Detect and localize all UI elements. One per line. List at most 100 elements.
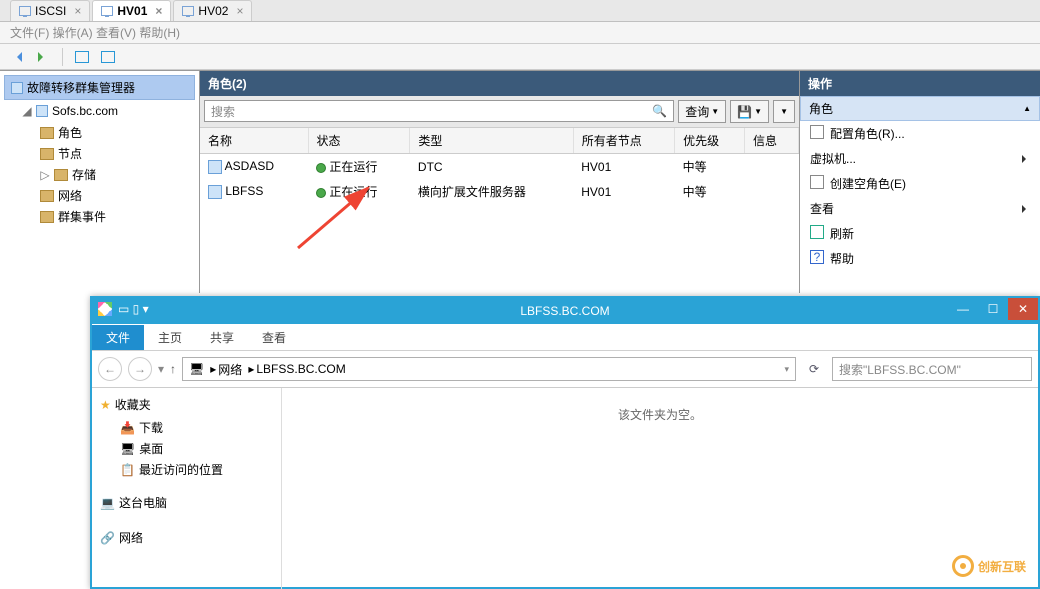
nodes-icon	[40, 148, 54, 160]
network-icon: 🔗	[100, 531, 115, 545]
vm-icon	[101, 6, 113, 16]
col-owner[interactable]: 所有者节点	[573, 128, 674, 154]
tab-hv02[interactable]: HV02×	[173, 0, 252, 21]
arrow-left-icon	[12, 52, 22, 62]
ribbon-home[interactable]: 主页	[144, 325, 196, 350]
actions-subtitle[interactable]: 角色▲	[800, 96, 1040, 121]
back-button[interactable]: ←	[98, 357, 122, 381]
folder-content[interactable]: 该文件夹为空。	[282, 388, 1038, 589]
tree-item-network[interactable]: 网络	[40, 185, 195, 206]
window-title: LBFSS.BC.COM	[520, 304, 609, 318]
table-row[interactable]: ASDASD 正在运行 DTC HV01 中等	[200, 154, 799, 180]
nav-downloads[interactable]: 📥下载	[120, 417, 273, 438]
desktop-icon: 🖥	[120, 442, 135, 456]
recent-icon: 📋	[120, 463, 135, 477]
col-priority[interactable]: 优先级	[675, 128, 745, 154]
col-name[interactable]: 名称	[200, 128, 308, 154]
tree-item-roles[interactable]: 角色	[40, 122, 195, 143]
action-vm[interactable]: 虚拟机...	[800, 146, 1040, 171]
vm-icon	[182, 6, 194, 16]
downloads-icon: 📥	[120, 421, 135, 435]
nav-desktop[interactable]: 🖥桌面	[120, 438, 273, 459]
tree-item-storage[interactable]: ▷存储	[40, 164, 195, 185]
nav-recent[interactable]: 📋最近访问的位置	[120, 459, 273, 480]
center-panel: 角色(2) 搜索🔍 查询▼ 💾▼ ▼ 名称 状态 类型 所有者节点 优先级 信息…	[200, 71, 800, 293]
this-pc-group[interactable]: 💻这台电脑	[100, 494, 273, 511]
action-refresh[interactable]: 刷新	[800, 221, 1040, 246]
nav-forward-button[interactable]	[32, 47, 54, 67]
save-button[interactable]: 💾▼	[730, 100, 769, 123]
explorer-nav-tree: ★收藏夹 📥下载 🖥桌面 📋最近访问的位置 💻这台电脑 🔗网络	[92, 388, 282, 589]
list-button[interactable]: ▼	[773, 100, 795, 123]
tab-iscsi[interactable]: ISCSI×	[10, 0, 90, 21]
center-title: 角色(2)	[200, 71, 799, 96]
cluster-icon	[36, 105, 48, 117]
tree-item-nodes[interactable]: 节点	[40, 143, 195, 164]
action-configure-role[interactable]: 配置角色(R)...	[800, 121, 1040, 146]
ribbon: 文件 主页 共享 查看	[92, 324, 1038, 350]
role-icon	[208, 160, 222, 174]
expander-icon[interactable]: ▷	[40, 168, 50, 182]
ribbon-file[interactable]: 文件	[92, 325, 144, 350]
storage-icon	[54, 169, 68, 181]
chevron-right-icon	[1022, 155, 1030, 163]
tab-hv01[interactable]: HV01×	[92, 0, 171, 21]
configure-role-icon	[810, 125, 824, 139]
ribbon-view[interactable]: 查看	[248, 325, 300, 350]
action-help[interactable]: ?帮助	[800, 246, 1040, 271]
menu-bar[interactable]: 文件(F) 操作(A) 查看(V) 帮助(H)	[0, 22, 1040, 44]
session-tabs: ISCSI× HV01× HV02×	[0, 0, 1040, 22]
col-info[interactable]: 信息	[744, 128, 798, 154]
col-status[interactable]: 状态	[308, 128, 410, 154]
up-button[interactable]: ↑	[170, 362, 176, 376]
favorites-group[interactable]: ★收藏夹	[100, 396, 273, 413]
vm-icon	[19, 6, 31, 16]
maximize-button[interactable]: ☐	[978, 298, 1008, 320]
watermark-icon	[952, 555, 974, 577]
empty-role-icon	[810, 175, 824, 189]
roles-icon	[40, 127, 54, 139]
computer-icon: 💻	[100, 496, 115, 510]
close-icon[interactable]: ×	[236, 4, 243, 18]
nav-back-button[interactable]	[6, 47, 28, 67]
tree-item-events[interactable]: 群集事件	[40, 206, 195, 227]
window-title-bar[interactable]: ▭ ▯ ▾ LBFSS.BC.COM — ☐ ✕	[92, 298, 1038, 324]
refresh-button[interactable]: ⟳	[802, 357, 826, 381]
forward-button[interactable]: →	[128, 357, 152, 381]
minimize-button[interactable]: —	[948, 298, 978, 320]
action-view[interactable]: 查看	[800, 196, 1040, 221]
search-input[interactable]: 搜索🔍	[204, 100, 674, 122]
help-icon: ?	[810, 250, 824, 264]
toolbar-box1[interactable]	[71, 47, 93, 67]
toolbar-box2[interactable]	[97, 47, 119, 67]
query-button[interactable]: 查询▼	[678, 100, 726, 123]
expander-icon[interactable]: ◢	[22, 104, 32, 118]
refresh-icon	[810, 225, 824, 239]
nav-bar: ← → ▾ ↑ 🖥 ▸网络 ▸LBFSS.BC.COM ▾ ⟳ 搜索"LBFSS…	[92, 351, 1038, 388]
chevron-right-icon	[1022, 205, 1030, 213]
actions-panel: 操作 角色▲ 配置角色(R)... 虚拟机... 创建空角色(E) 查看 刷新 …	[800, 71, 1040, 293]
network-group[interactable]: 🔗网络	[100, 529, 273, 546]
windows-logo-icon	[98, 302, 112, 316]
status-running-icon	[316, 163, 326, 173]
table-row[interactable]: LBFSS 正在运行 横向扩展文件服务器 HV01 中等	[200, 179, 799, 204]
action-create-empty-role[interactable]: 创建空角色(E)	[800, 171, 1040, 196]
nav-tree: 故障转移群集管理器 ◢Sofs.bc.com 角色 节点 ▷存储 网络 群集事件	[0, 71, 200, 293]
close-button[interactable]: ✕	[1008, 298, 1038, 320]
watermark: 创新互联	[952, 555, 1026, 577]
tree-cluster-node[interactable]: ◢Sofs.bc.com	[22, 102, 195, 120]
empty-folder-text: 该文件夹为空。	[618, 406, 702, 423]
address-bar[interactable]: 🖥 ▸网络 ▸LBFSS.BC.COM ▾	[182, 357, 796, 381]
explorer-window: ▭ ▯ ▾ LBFSS.BC.COM — ☐ ✕ 文件 主页 共享 查看 ← →…	[90, 296, 1040, 589]
close-icon[interactable]: ×	[155, 4, 162, 18]
arrow-right-icon	[38, 52, 48, 62]
ribbon-share[interactable]: 共享	[196, 325, 248, 350]
close-icon[interactable]: ×	[74, 4, 81, 18]
star-icon: ★	[100, 398, 111, 412]
search-box[interactable]: 搜索"LBFSS.BC.COM"	[832, 357, 1032, 381]
search-icon: 🔍	[652, 104, 667, 118]
network-icon: 🖥	[189, 362, 204, 376]
tree-root[interactable]: 故障转移群集管理器	[4, 75, 195, 100]
cluster-manager-icon	[11, 82, 23, 94]
col-type[interactable]: 类型	[410, 128, 573, 154]
